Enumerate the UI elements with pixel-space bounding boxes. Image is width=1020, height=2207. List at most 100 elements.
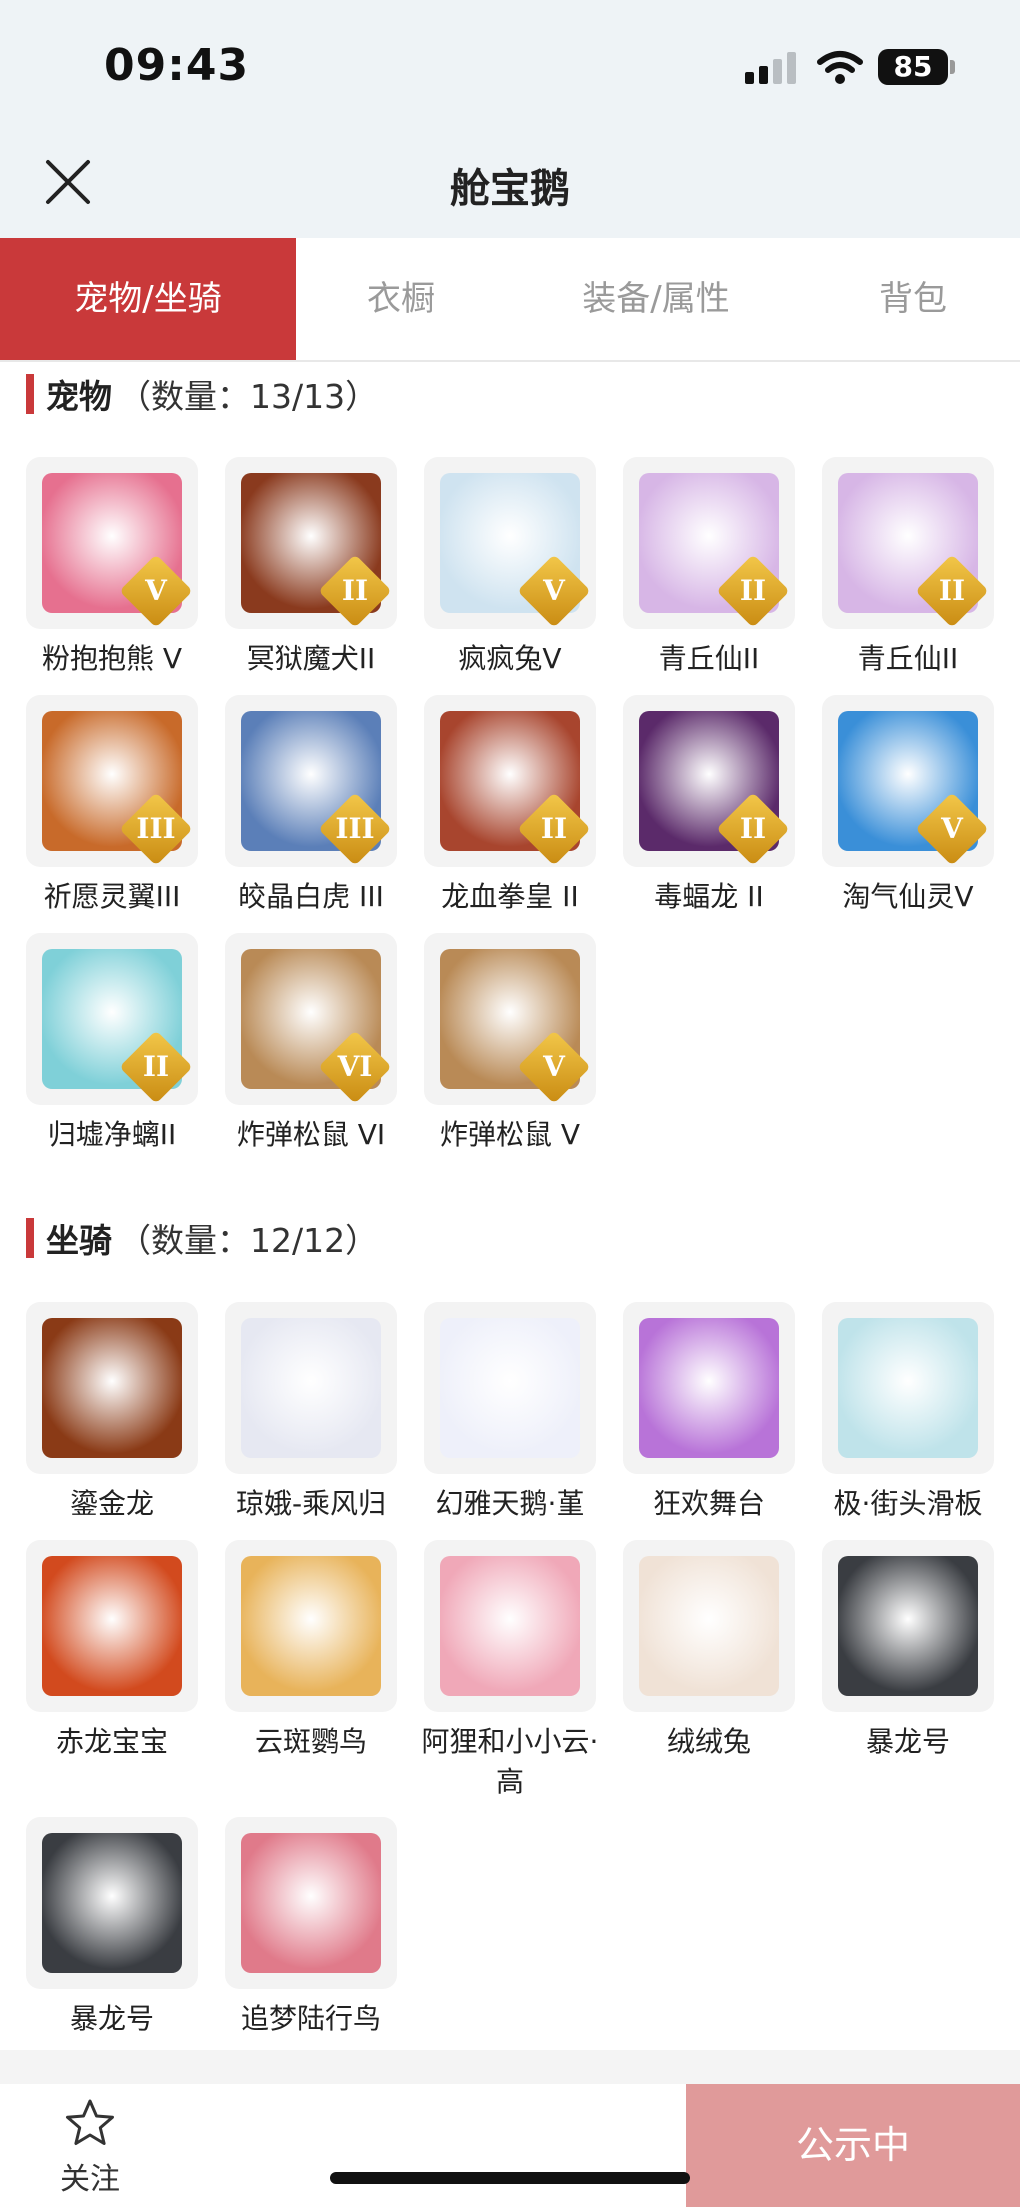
- divider: [0, 2050, 1020, 2084]
- signal-icon: [745, 52, 797, 84]
- mount-thumbnail: [424, 1302, 596, 1474]
- pet-thumbnail: II: [225, 457, 397, 629]
- mount-name: 暴龙号: [69, 2002, 154, 2035]
- rank-badge-text: II: [739, 574, 767, 607]
- rank-badge-text: V: [145, 574, 167, 607]
- public-notice-button[interactable]: 公示中: [686, 2084, 1020, 2207]
- follow-label: 关注: [60, 2162, 120, 2197]
- tab-equipment[interactable]: 装备/属性: [506, 238, 806, 360]
- mount-item[interactable]: 狂欢舞台: [623, 1302, 795, 1524]
- tab-backpack[interactable]: 背包: [806, 238, 1020, 360]
- mount-name: 追梦陆行鸟: [240, 2002, 381, 2035]
- pet-thumbnail: III: [26, 695, 198, 867]
- mounts-title: 坐骑: [46, 1221, 112, 1260]
- mounts-section-title: 坐骑 （数量：12/12）: [26, 1216, 378, 1260]
- mount-item[interactable]: 暴龙号: [822, 1540, 994, 1762]
- mount-name: 赤龙宝宝: [55, 1725, 168, 1758]
- pet-item[interactable]: II 青丘仙II: [822, 457, 994, 679]
- mount-thumbnail: [424, 1540, 596, 1712]
- battery-indicator: 85: [878, 49, 948, 85]
- rank-badge-text: III: [136, 812, 176, 845]
- mount-image: [241, 1556, 381, 1696]
- pet-thumbnail: II: [822, 457, 994, 629]
- mount-name: 暴龙号: [865, 1725, 950, 1758]
- mount-item[interactable]: 阿狸和小小云·高: [422, 1540, 598, 1802]
- pet-item[interactable]: V 疯疯兔V: [424, 457, 596, 679]
- mount-image: [838, 1556, 978, 1696]
- pets-section-title: 宠物 （数量：13/13）: [26, 372, 378, 416]
- mount-name: 阿狸和小小云·高: [421, 1725, 599, 1798]
- home-indicator: [330, 2172, 690, 2184]
- pet-item[interactable]: VI 炸弹松鼠 VI: [225, 933, 397, 1155]
- pet-item[interactable]: III 祈愿灵翼III: [26, 695, 198, 917]
- section-accent-bar: [26, 1218, 34, 1258]
- pet-name: 归墟净螭II: [47, 1118, 177, 1151]
- mount-thumbnail: [26, 1302, 198, 1474]
- mount-item[interactable]: 暴龙号: [26, 1817, 198, 2039]
- pet-name: 冥狱魔犬II: [246, 642, 376, 675]
- mount-thumbnail: [225, 1302, 397, 1474]
- rank-badge-text: II: [142, 1050, 170, 1083]
- pet-thumbnail: II: [623, 695, 795, 867]
- rank-badge-text: II: [739, 812, 767, 845]
- mount-item[interactable]: 赤龙宝宝: [26, 1540, 198, 1762]
- tab-pets-mounts[interactable]: 宠物/坐骑: [0, 238, 296, 360]
- pet-item[interactable]: II 毒蝠龙 II: [623, 695, 795, 917]
- pet-name: 疯疯兔V: [458, 642, 562, 675]
- pet-thumbnail: V: [424, 457, 596, 629]
- mount-item[interactable]: 云斑鹦鸟: [225, 1540, 397, 1762]
- mount-thumbnail: [225, 1817, 397, 1989]
- pet-name: 祈愿灵翼III: [43, 880, 181, 913]
- mount-thumbnail: [225, 1540, 397, 1712]
- mount-image: [440, 1556, 580, 1696]
- mount-item[interactable]: 鎏金龙: [26, 1302, 198, 1524]
- pet-item[interactable]: II 龙血拳皇 II: [424, 695, 596, 917]
- pet-thumbnail: II: [623, 457, 795, 629]
- rank-badge-text: V: [941, 812, 963, 845]
- mount-name: 极·街头滑板: [833, 1487, 983, 1520]
- pet-item[interactable]: II 青丘仙II: [623, 457, 795, 679]
- pet-thumbnail: II: [424, 695, 596, 867]
- pet-item[interactable]: V 炸弹松鼠 V: [424, 933, 596, 1155]
- mount-thumbnail: [822, 1302, 994, 1474]
- pet-item[interactable]: V 淘气仙灵V: [822, 695, 994, 917]
- mount-name: 幻雅天鹅·堇: [435, 1487, 585, 1520]
- pet-name: 毒蝠龙 II: [654, 880, 764, 913]
- rank-badge-text: VI: [337, 1050, 373, 1083]
- page-title: 舱宝鹅: [450, 166, 570, 212]
- pets-title: 宠物: [46, 377, 112, 416]
- mount-image: [42, 1556, 182, 1696]
- mounts-count: （数量：12/12）: [118, 1221, 379, 1260]
- mount-thumbnail: [26, 1540, 198, 1712]
- pet-thumbnail: V: [424, 933, 596, 1105]
- pet-item[interactable]: II 归墟净螭II: [26, 933, 198, 1155]
- rank-badge-text: II: [341, 574, 369, 607]
- mount-thumbnail: [623, 1540, 795, 1712]
- pet-thumbnail: VI: [225, 933, 397, 1105]
- pet-item[interactable]: II 冥狱魔犬II: [225, 457, 397, 679]
- mount-item[interactable]: 绒绒兔: [623, 1540, 795, 1762]
- pet-item[interactable]: V 粉抱抱熊 V: [26, 457, 198, 679]
- rank-badge-text: V: [543, 574, 565, 607]
- tab-wardrobe[interactable]: 衣橱: [296, 238, 506, 360]
- mount-image: [42, 1833, 182, 1973]
- pet-thumbnail: II: [26, 933, 198, 1105]
- mount-item[interactable]: 幻雅天鹅·堇: [424, 1302, 596, 1524]
- mount-item[interactable]: 极·街头滑板: [822, 1302, 994, 1524]
- mount-image: [639, 1556, 779, 1696]
- pet-name: 青丘仙II: [658, 642, 760, 675]
- mount-item[interactable]: 追梦陆行鸟: [225, 1817, 397, 2039]
- pet-item[interactable]: III 皎晶白虎 III: [225, 695, 397, 917]
- pet-name: 青丘仙II: [857, 642, 959, 675]
- pet-name: 炸弹松鼠 VI: [236, 1118, 386, 1151]
- mount-thumbnail: [822, 1540, 994, 1712]
- mount-item[interactable]: 琼娥-乘风归: [225, 1302, 397, 1524]
- mount-image: [440, 1318, 580, 1458]
- follow-button[interactable]: 关注: [50, 2098, 130, 2198]
- pet-thumbnail: V: [26, 457, 198, 629]
- mount-image: [42, 1318, 182, 1458]
- tab-bar: 宠物/坐骑 衣橱 装备/属性 背包: [0, 238, 1020, 362]
- mount-image: [639, 1318, 779, 1458]
- rank-badge-text: V: [543, 1050, 565, 1083]
- pet-name: 皎晶白虎 III: [238, 880, 384, 913]
